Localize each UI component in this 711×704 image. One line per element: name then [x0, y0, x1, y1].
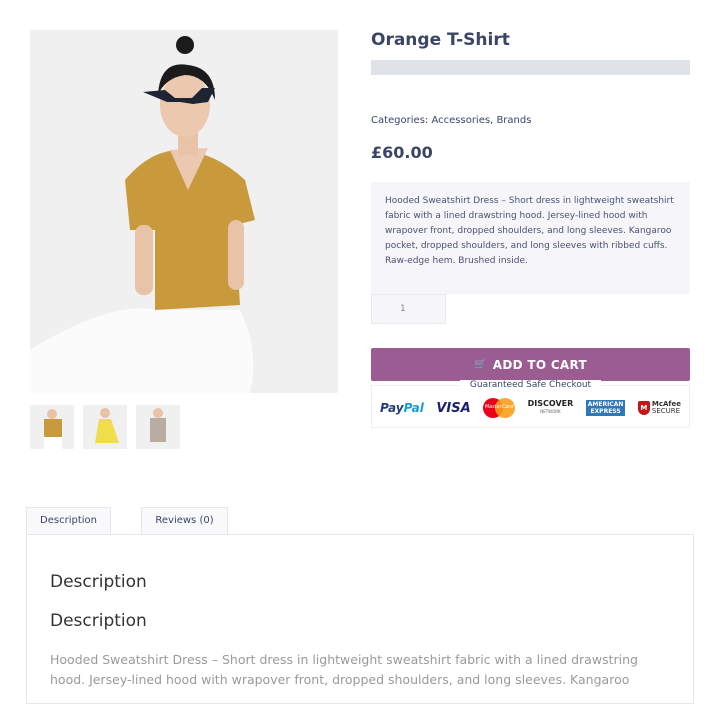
safe-checkout-label: Guaranteed Safe Checkout: [459, 380, 602, 390]
quantity-input[interactable]: 1: [371, 294, 446, 324]
visa-icon: VISA: [436, 400, 471, 416]
mcafee-secure-icon: M McAfee SECURE: [637, 401, 681, 415]
panel-heading: Description: [50, 572, 147, 592]
thumbnail-orange-tshirt[interactable]: [30, 405, 74, 449]
thumbnail-yellow-dress[interactable]: [83, 405, 127, 449]
thumbnail-gallery: [30, 405, 180, 449]
product-title: Orange T-Shirt: [371, 30, 510, 50]
categories-label: Categories:: [371, 115, 429, 126]
thumbnail-sequin-top[interactable]: [136, 405, 180, 449]
add-to-cart-label: ADD TO CART: [492, 357, 587, 372]
category-link-brands[interactable]: Brands: [496, 115, 531, 126]
add-to-cart-button[interactable]: 🛒 ADD TO CART: [371, 348, 690, 381]
discover-icon: DISCOVER NETWORK: [527, 399, 574, 415]
product-price: £60.00: [371, 143, 433, 162]
tab-reviews[interactable]: Reviews (0): [141, 507, 228, 534]
product-photo: [30, 30, 338, 393]
cart-icon: 🛒: [474, 359, 487, 370]
tab-description[interactable]: Description: [26, 507, 111, 534]
safe-checkout-box: Guaranteed Safe Checkout PayPal VISA Mas…: [371, 380, 690, 428]
amex-icon: AMERICAN EXPRESS: [585, 400, 626, 416]
product-categories: Categories: Accessories, Brands: [371, 115, 532, 126]
mastercard-icon: MasterCard: [483, 398, 516, 418]
paypal-icon: PayPal: [380, 401, 424, 415]
rating-placeholder: [371, 60, 690, 75]
description-panel: Description Description Hooded Sweatshir…: [26, 534, 694, 704]
panel-subheading: Description: [50, 611, 147, 631]
short-description: Hooded Sweatshirt Dress – Short dress in…: [371, 182, 690, 294]
panel-body: Hooded Sweatshirt Dress – Short dress in…: [50, 652, 638, 687]
category-link-accessories[interactable]: Accessories: [431, 115, 490, 126]
product-main-image[interactable]: [30, 30, 338, 393]
